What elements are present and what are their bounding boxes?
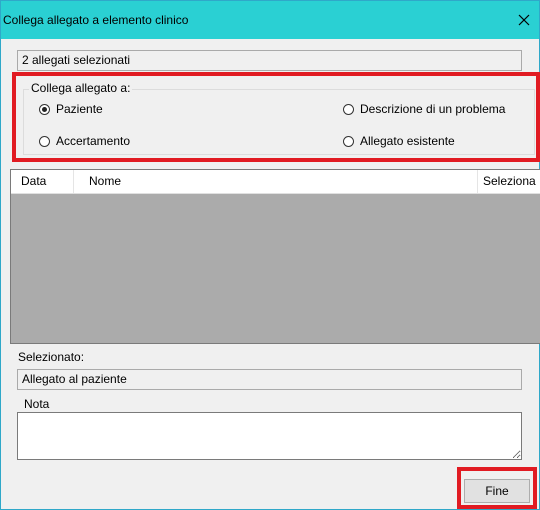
attachments-table[interactable]: Data Nome Seleziona [10,169,540,344]
radio-label-descrizione-problema: Descrizione di un problema [360,102,506,116]
table-header: Data Nome Seleziona [11,170,540,194]
radio-label-accertamento: Accertamento [56,134,131,148]
selected-attachments-count: 2 allegati selezionati [17,50,522,71]
link-to-legend: Collega allegato a: [29,81,133,95]
column-separator [73,170,74,193]
note-textarea[interactable] [17,412,522,460]
column-header-seleziona[interactable]: Seleziona [479,170,540,193]
resize-grip[interactable] [535,505,539,509]
selected-value-field: Allegato al paziente [17,369,522,390]
radio-accertamento[interactable]: Accertamento [39,134,130,148]
radio-circle [343,135,354,147]
selected-label: Selezionato: [18,350,85,364]
note-label: Nota [24,397,50,411]
radio-circle [39,135,50,147]
column-header-data[interactable]: Data [17,170,73,193]
finish-button[interactable]: Fine [464,479,530,503]
radio-descrizione-problema[interactable]: Descrizione di un problema [343,102,505,116]
close-icon [518,14,530,26]
dialog-window: Collega allegato a elemento clinico 2 al… [0,0,540,510]
window-title: Collega allegato a elemento clinico [3,13,189,27]
radio-circle [39,103,50,115]
column-header-nome[interactable]: Nome [85,170,465,193]
radio-label-paziente: Paziente [56,102,103,116]
column-separator [477,170,478,193]
radio-label-allegato-esistente: Allegato esistente [360,134,455,148]
close-button[interactable] [509,1,539,39]
radio-allegato-esistente[interactable]: Allegato esistente [343,134,455,148]
radio-circle [343,103,354,115]
radio-selected-dot [42,106,47,112]
title-bar: Collega allegato a elemento clinico [1,1,539,39]
radio-paziente[interactable]: Paziente [39,102,103,116]
